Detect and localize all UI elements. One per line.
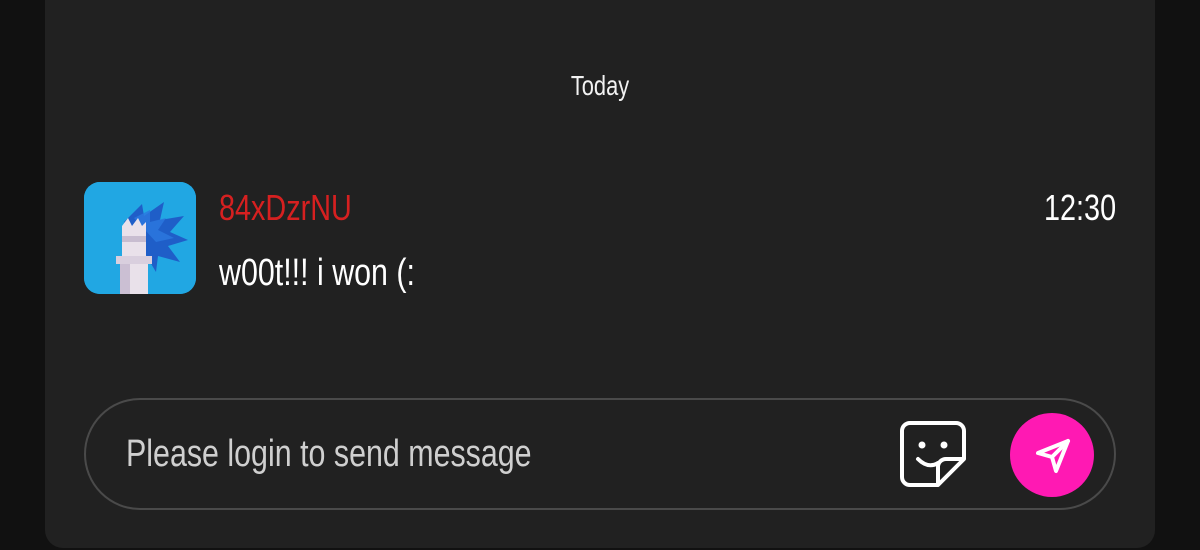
message-username[interactable]: 84xDzrNU: [219, 188, 352, 228]
sticker-icon: [900, 421, 966, 487]
message-composer: [84, 398, 1116, 510]
sonic-knight-avatar-icon: [84, 182, 196, 294]
message-text: w00t!!! i won (:: [219, 252, 415, 294]
send-button[interactable]: [1010, 413, 1094, 497]
sticker-button[interactable]: [898, 419, 968, 489]
user-avatar[interactable]: [84, 182, 196, 294]
message-input[interactable]: [126, 428, 686, 480]
date-divider: Today: [570, 70, 630, 101]
send-icon: [1036, 439, 1070, 473]
chat-panel: Today 84xDzrNU 12:30 w00t!!! i won (:: [45, 0, 1155, 548]
message-timestamp: 12:30: [1043, 187, 1116, 228]
chat-message: 84xDzrNU 12:30 w00t!!! i won (:: [84, 182, 1116, 294]
